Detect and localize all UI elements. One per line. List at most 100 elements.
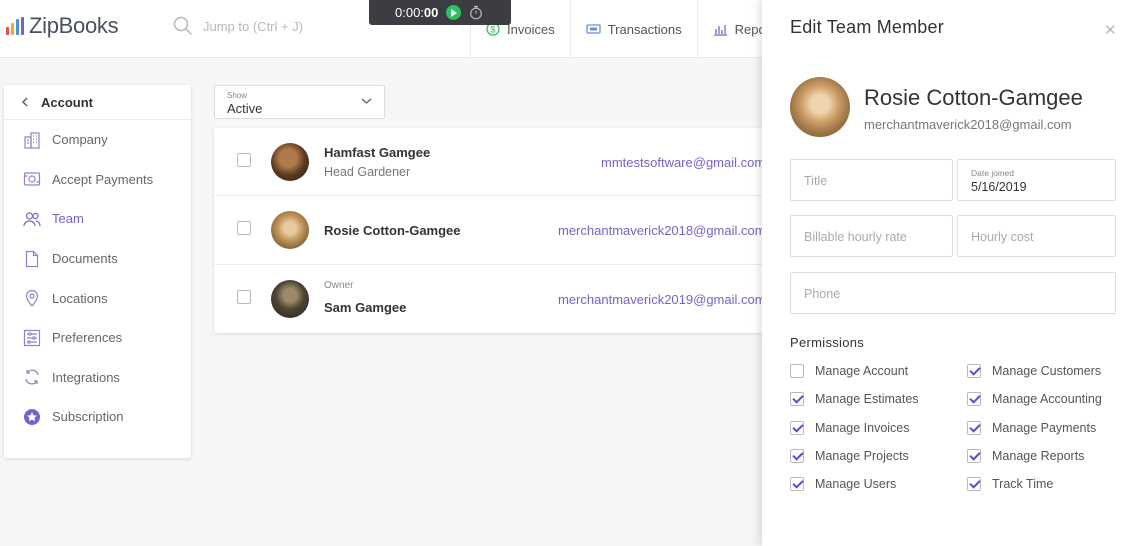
top-nav: $ Invoices Transactions Repo [470, 0, 781, 58]
sidebar-item-label: Documents [52, 251, 118, 267]
sidebar-item-integrations[interactable]: Integrations [4, 358, 191, 398]
close-icon[interactable]: ✕ [1104, 21, 1117, 39]
chevron-left-icon [22, 97, 28, 107]
timer-value-prefix: 0:00: [395, 5, 424, 20]
sidebar-title: Account [41, 94, 93, 110]
logo-bars-icon [6, 17, 24, 35]
permission-track-time[interactable]: Track Time [967, 477, 1053, 491]
location-pin-icon [22, 289, 41, 308]
integrations-icon [22, 368, 41, 387]
title-field[interactable]: Title [790, 159, 953, 201]
play-icon[interactable] [446, 5, 462, 20]
permission-checkbox[interactable] [790, 477, 804, 491]
stopwatch-icon[interactable] [469, 5, 483, 20]
permission-checkbox[interactable] [790, 421, 804, 435]
title-placeholder: Title [804, 174, 828, 188]
phone-placeholder: Phone [804, 287, 841, 301]
team-row[interactable]: Hamfast Gamgee Head Gardener mmtestsoftw… [214, 128, 764, 196]
sidebar-item-label: Subscription [52, 409, 124, 425]
member-owner-label: Owner [324, 280, 354, 291]
sidebar-item-team[interactable]: Team [4, 199, 191, 239]
sidebar-item-label: Integrations [52, 369, 120, 385]
team-icon [22, 209, 41, 228]
date-joined-field[interactable]: Date joined 5/16/2019 [957, 159, 1116, 201]
preferences-icon [22, 328, 41, 347]
permission-manage-estimates[interactable]: Manage Estimates [790, 392, 919, 406]
permission-checkbox[interactable] [967, 477, 981, 491]
search-placeholder: Jump to (Ctrl + J) [203, 18, 304, 34]
permission-checkbox[interactable] [790, 449, 804, 463]
time-tracker: 0:00:00 [369, 0, 511, 25]
permission-manage-accounting[interactable]: Manage Accounting [967, 392, 1102, 406]
nav-transactions[interactable]: Transactions [569, 0, 697, 58]
phone-field[interactable]: Phone [790, 272, 1116, 314]
sidebar-item-locations[interactable]: Locations [4, 278, 191, 318]
logo-text: ZipBooks [29, 13, 119, 38]
sidebar-item-label: Preferences [52, 330, 123, 346]
sidebar-back-account[interactable]: Account [4, 85, 191, 120]
permission-label: Manage Users [815, 477, 897, 491]
date-joined-label: Date joined [971, 168, 1015, 178]
sidebar-item-accept-payments[interactable]: Accept Payments [4, 160, 191, 200]
building-icon [22, 130, 41, 149]
avatar [271, 143, 309, 181]
permission-checkbox[interactable] [967, 392, 981, 406]
permission-manage-customers[interactable]: Manage Customers [967, 364, 1101, 378]
sidebar-item-subscription[interactable]: Subscription [4, 397, 191, 437]
search-box[interactable]: Jump to (Ctrl + J) [173, 16, 303, 36]
sidebar-item-documents[interactable]: Documents [4, 239, 191, 279]
team-list: Hamfast Gamgee Head Gardener mmtestsoftw… [214, 128, 764, 333]
permission-checkbox[interactable] [790, 364, 804, 378]
show-filter-value: Active [227, 101, 263, 116]
billable-rate-placeholder: Billable hourly rate [804, 230, 907, 244]
bank-card-icon [586, 24, 601, 34]
permissions-heading: Permissions [790, 335, 865, 350]
hourly-cost-field[interactable]: Hourly cost [957, 215, 1116, 257]
member-role: Head Gardener [324, 165, 411, 179]
edit-team-member-panel: Edit Team Member ✕ Rosie Cotton-Gamgee m… [762, 0, 1138, 546]
date-joined-value: 5/16/2019 [971, 180, 1027, 194]
team-row[interactable]: Rosie Cotton-Gamgee merchantmaverick2018… [214, 196, 764, 265]
row-checkbox[interactable] [237, 153, 251, 167]
svg-text:$: $ [490, 25, 495, 35]
member-name: Rosie Cotton-Gamgee [324, 223, 461, 238]
member-email[interactable]: merchantmaverick2019@gmail.com [558, 292, 764, 307]
member-email[interactable]: mmtestsoftware@gmail.com [601, 155, 764, 170]
permission-manage-users[interactable]: Manage Users [790, 477, 896, 491]
permission-checkbox[interactable] [790, 392, 804, 406]
permission-label: Manage Estimates [815, 392, 919, 406]
billable-hourly-rate-field[interactable]: Billable hourly rate [790, 215, 953, 257]
sidebar-item-company[interactable]: Company [4, 120, 191, 160]
zipbooks-logo[interactable]: ZipBooks [6, 13, 119, 39]
timer-value: 0:00:00 [395, 5, 438, 20]
permission-manage-account[interactable]: Manage Account [790, 364, 908, 378]
sidebar-item-preferences[interactable]: Preferences [4, 318, 191, 358]
permission-checkbox[interactable] [967, 421, 981, 435]
permission-manage-projects[interactable]: Manage Projects [790, 449, 909, 463]
permission-manage-invoices[interactable]: Manage Invoices [790, 421, 910, 435]
permission-checkbox[interactable] [967, 364, 981, 378]
permission-label: Manage Projects [815, 449, 909, 463]
panel-title: Edit Team Member [790, 17, 944, 37]
member-avatar [790, 77, 850, 137]
show-filter-label: Show [227, 91, 248, 100]
team-row[interactable]: Owner Sam Gamgee merchantmaverick2019@gm… [214, 265, 764, 333]
sidebar-item-label: Company [52, 132, 108, 148]
row-checkbox[interactable] [237, 221, 251, 235]
member-name: Sam Gamgee [324, 300, 407, 315]
permission-manage-reports[interactable]: Manage Reports [967, 449, 1084, 463]
row-checkbox[interactable] [237, 290, 251, 304]
avatar [271, 280, 309, 318]
sidebar-item-label: Locations [52, 290, 108, 306]
account-sidebar: Account Company Accept Payments Team Doc… [4, 85, 191, 458]
show-filter-select[interactable]: Show Active [214, 85, 385, 119]
permission-manage-payments[interactable]: Manage Payments [967, 421, 1096, 435]
chevron-down-icon [361, 98, 372, 104]
member-email[interactable]: merchantmaverick2018@gmail.com [558, 223, 764, 238]
nav-invoices-label: Invoices [507, 21, 555, 37]
permission-label: Manage Account [815, 364, 909, 378]
permission-label: Manage Reports [992, 449, 1085, 463]
permission-checkbox[interactable] [967, 449, 981, 463]
star-badge-icon [22, 407, 41, 426]
member-email: merchantmaverick2018@gmail.com [864, 117, 1072, 132]
